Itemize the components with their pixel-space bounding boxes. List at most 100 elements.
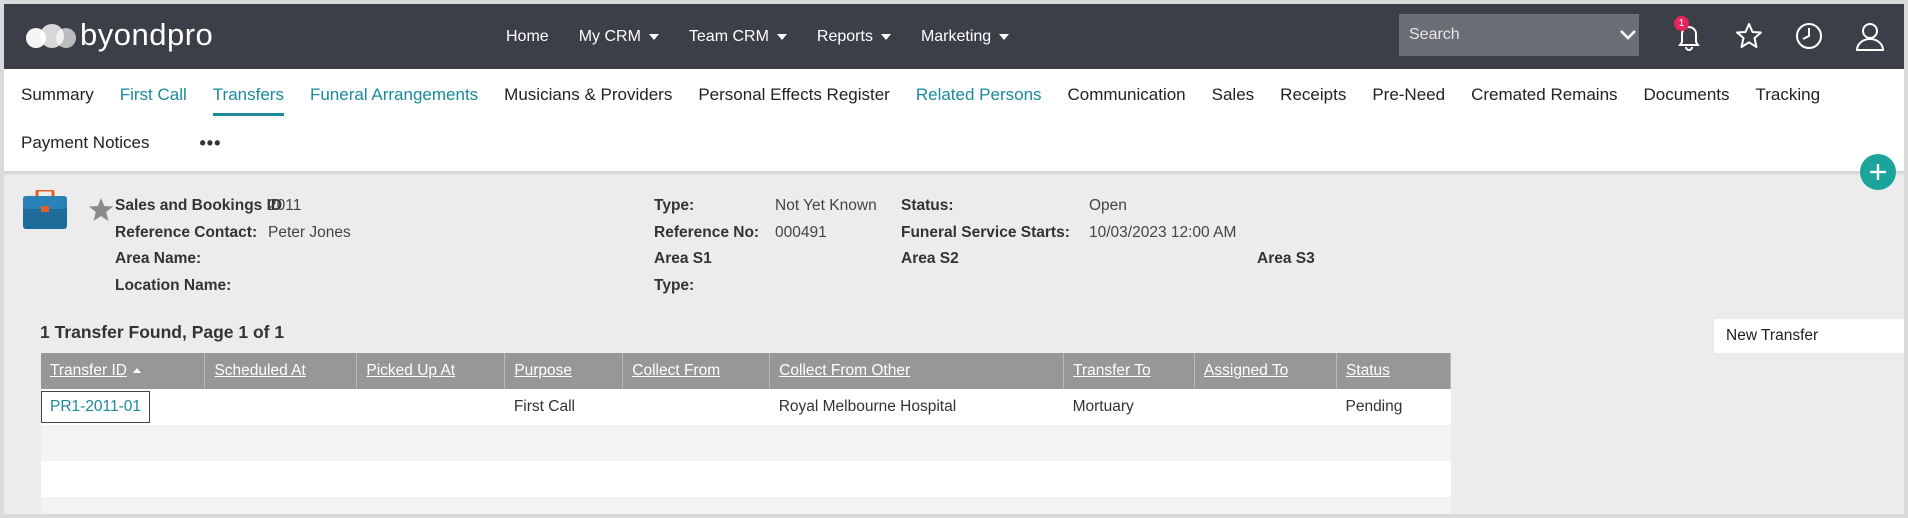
tab-documents[interactable]: Documents: [1644, 85, 1730, 105]
reference-no-label: Reference No:: [654, 224, 760, 241]
sales-id-label: Sales and Bookings ID: [115, 197, 283, 214]
empty-row: [41, 425, 1451, 461]
nav-item-label: Reports: [816, 27, 873, 45]
favorites-button[interactable]: [1731, 18, 1767, 54]
area-s1-label: Area S1: [654, 250, 712, 267]
column-header-collect-from[interactable]: Collect From: [622, 353, 771, 389]
column-header-scheduled-at[interactable]: Scheduled At: [204, 353, 358, 389]
tab-personal-effects-register[interactable]: Personal Effects Register: [698, 85, 890, 105]
results-summary: 1 Transfer Found, Page 1 of 1: [40, 322, 285, 342]
notification-badge: 1: [1674, 16, 1689, 31]
tab-row-1: Summary First Call Transfers Funeral Arrang…: [21, 75, 1846, 116]
notifications-button[interactable]: 1: [1671, 16, 1707, 54]
nav-item-marketing[interactable]: Marketing: [920, 27, 1010, 46]
cell-collect-from-other: Royal Melbourne Hospital: [769, 389, 1064, 425]
nav-item-home[interactable]: Home: [506, 28, 549, 46]
more-tabs-icon[interactable]: •••: [200, 134, 222, 152]
nav-item-my-crm[interactable]: My CRM: [579, 28, 659, 46]
table-header-row: Transfer ID Scheduled At Picked Up At Purpo…: [41, 353, 1452, 389]
column-header-transfer-id[interactable]: Transfer ID: [41, 353, 206, 389]
search-box[interactable]: [1399, 14, 1639, 56]
cell-transfer-id: PR1-2011-01: [41, 389, 205, 425]
area-s3-label: Area S3: [1257, 250, 1315, 267]
cell-status: Pending: [1336, 389, 1451, 425]
column-header-status[interactable]: Status: [1336, 353, 1452, 389]
tab-transfers[interactable]: Transfers: [212, 85, 285, 116]
tab-related-persons[interactable]: Related Persons: [916, 85, 1042, 105]
service-starts-value: 10/03/2023 12:00 AM: [1089, 224, 1237, 241]
cell-scheduled-at: [204, 389, 357, 425]
tabs-divider: [4, 171, 1904, 176]
column-header-collect-from-other[interactable]: Collect From Other: [769, 353, 1065, 389]
nav-item-label: My CRM: [578, 27, 641, 45]
reference-contact-label: Reference Contact:: [115, 224, 258, 241]
cell-purpose: First Call: [504, 389, 623, 425]
app-frame: byondpro Home My CRM Team CRM Reports Market…: [4, 4, 1904, 514]
status-value: Open: [1089, 197, 1127, 214]
empty-row: [41, 461, 1451, 497]
tab-sales[interactable]: Sales: [1212, 85, 1255, 105]
cell-transfer-to: Mortuary: [1063, 389, 1195, 425]
type-value: Not Yet Known: [775, 197, 877, 214]
user-icon: [1855, 23, 1885, 51]
star-outline-icon: [1736, 23, 1762, 48]
tab-pre-need[interactable]: Pre-Need: [1372, 85, 1445, 105]
nav-item-team-crm[interactable]: Team CRM: [689, 28, 787, 46]
column-header-transfer-to[interactable]: Transfer To: [1063, 353, 1196, 389]
clock-icon: [1796, 23, 1822, 49]
sales-id-value: 2011: [268, 197, 302, 214]
table-row: PR1-2011-01 First Call Royal Melbourne Hos…: [41, 389, 1451, 425]
tab-tracking[interactable]: Tracking: [1756, 85, 1821, 105]
logo[interactable]: byondpro: [26, 17, 214, 52]
add-button[interactable]: [1860, 154, 1896, 190]
record-tabs: Summary First Call Transfers Funeral Arrang…: [4, 69, 1904, 171]
cell-picked-up-at: [356, 389, 505, 425]
cell-collect-from: [622, 389, 770, 425]
nav-item-label: Team CRM: [688, 27, 769, 45]
nav-item-label: Home: [506, 27, 549, 45]
type-secondary-label: Type:: [654, 277, 695, 294]
tab-communication[interactable]: Communication: [1068, 85, 1186, 105]
area-name-label: Area Name:: [115, 250, 202, 267]
briefcase-icon: [23, 190, 67, 229]
tab-funeral-arrangements[interactable]: Funeral Arrangements: [310, 85, 478, 105]
new-transfer-button[interactable]: New Transfer: [1714, 319, 1904, 353]
service-starts-label: Funeral Service Starts:: [901, 224, 1070, 241]
sort-ascending-icon: [132, 368, 141, 374]
type-label: Type:: [654, 197, 695, 214]
favorite-star-icon[interactable]: [88, 197, 114, 223]
search-input[interactable]: [1399, 14, 1616, 56]
logo-mark-icon: [26, 20, 78, 50]
tab-cremated-remains[interactable]: Cremated Remains: [1471, 85, 1617, 105]
tab-first-call[interactable]: First Call: [120, 85, 187, 105]
reference-no-value: 000491: [775, 224, 827, 241]
recent-button[interactable]: [1791, 18, 1827, 54]
nav-item-label: Marketing: [920, 27, 992, 45]
tab-receipts[interactable]: Receipts: [1280, 85, 1346, 105]
transfer-id-link[interactable]: PR1-2011-01: [41, 391, 151, 423]
user-menu-button[interactable]: [1852, 18, 1888, 54]
caret-down-icon: [999, 33, 1010, 40]
cell-assigned-to: [1194, 389, 1337, 425]
nav-item-reports[interactable]: Reports: [817, 28, 891, 46]
transfers-table: Transfer ID Scheduled At Picked Up At Purpo…: [41, 353, 1452, 514]
reference-contact-value: Peter Jones: [268, 224, 351, 241]
column-header-assigned-to[interactable]: Assigned To: [1194, 353, 1337, 389]
tab-row-2: Payment Notices •••: [21, 123, 221, 163]
tab-payment-notices[interactable]: Payment Notices: [21, 133, 150, 153]
chevron-down-icon[interactable]: [1616, 14, 1639, 56]
area-s2-label: Area S2: [901, 250, 959, 267]
caret-down-icon: [776, 33, 787, 40]
column-header-purpose[interactable]: Purpose: [504, 353, 624, 389]
status-label: Status:: [901, 197, 954, 214]
caret-down-icon: [648, 33, 659, 40]
caret-down-icon: [880, 33, 891, 40]
tab-summary[interactable]: Summary: [21, 85, 94, 105]
column-header-picked-up-at[interactable]: Picked Up At: [356, 353, 506, 389]
main-nav: Home My CRM Team CRM Reports Marketing: [506, 4, 1039, 69]
logo-text: byondpro: [80, 17, 214, 52]
plus-icon: [1870, 164, 1886, 180]
empty-row: [41, 497, 1451, 514]
location-name-label: Location Name:: [115, 277, 232, 294]
tab-musicians-and-providers[interactable]: Musicians & Providers: [504, 85, 672, 105]
